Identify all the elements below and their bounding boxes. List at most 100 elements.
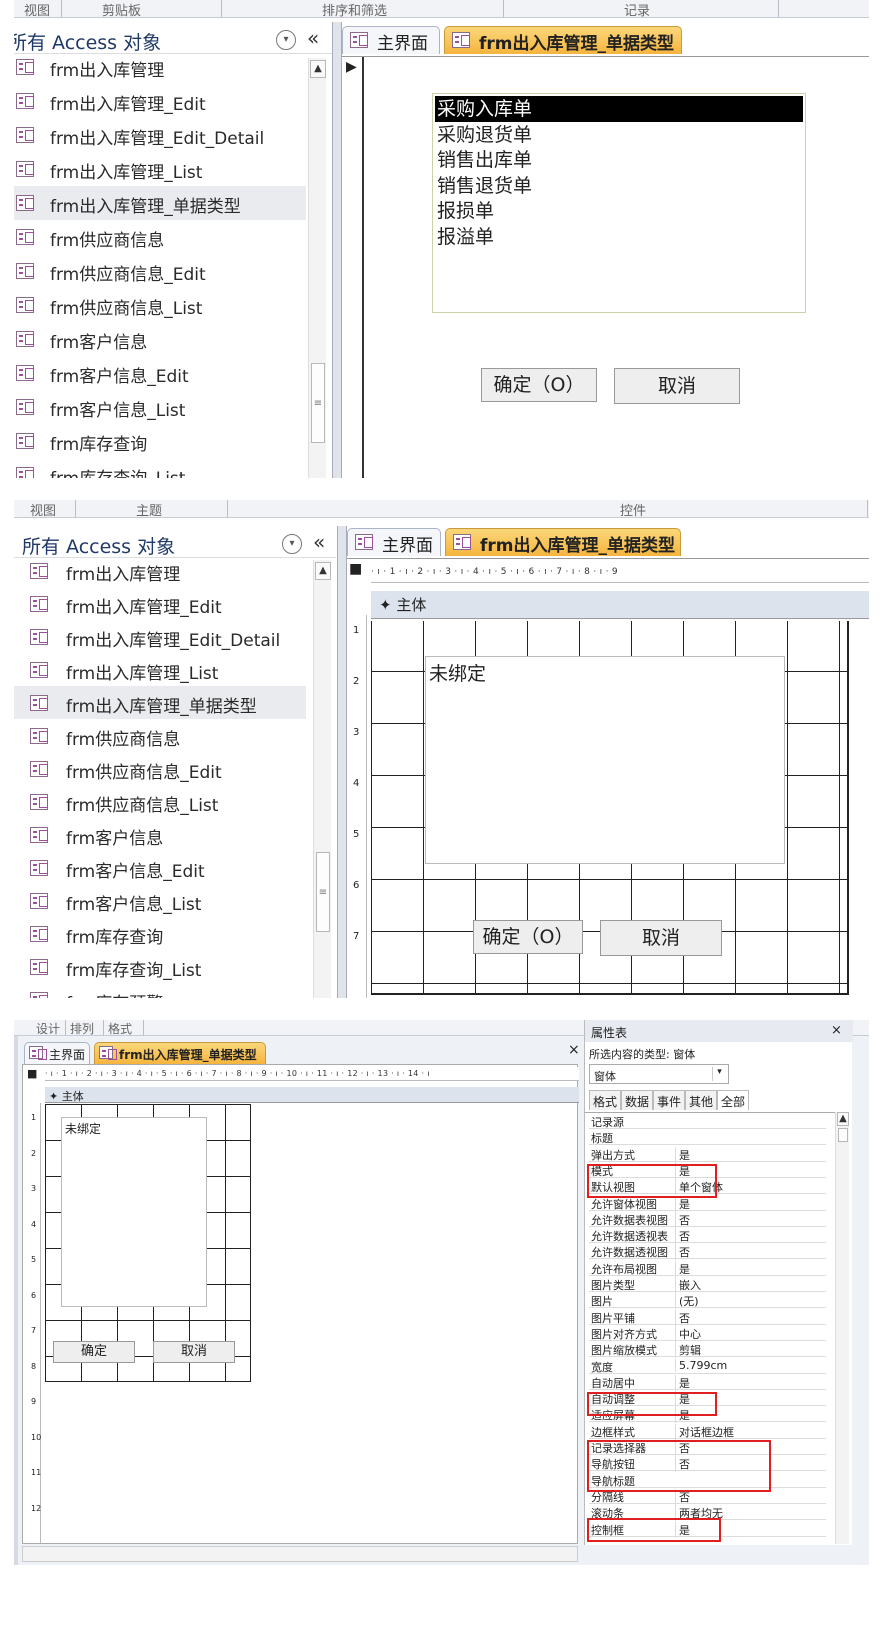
property-sheet-scrollbar[interactable]: ▲ (835, 1112, 849, 1544)
nav-item-form[interactable]: frm出入库管理_Edit (14, 587, 306, 620)
chevron-down-icon[interactable]: ▾ (276, 30, 296, 50)
listbox-option[interactable]: 采购退货单 (437, 122, 532, 148)
nav-item-form[interactable]: frm供应商信息 (14, 719, 306, 752)
property-value[interactable]: 对话框边框 (675, 1423, 825, 1440)
unbound-listbox-control[interactable]: 未绑定 (425, 656, 785, 864)
nav-item-form[interactable]: frm出入库管理_Edit_Detail (14, 118, 306, 152)
listbox-option[interactable]: 采购入库单 (435, 96, 803, 122)
property-row[interactable]: 图片类型 嵌入 (589, 1276, 826, 1293)
pane-splitter[interactable] (332, 22, 342, 478)
tab-form-doc-type[interactable]: frm出入库管理_单据类型 (94, 1042, 266, 1064)
close-document-icon[interactable]: × (568, 1042, 580, 1058)
property-value[interactable]: 是 (675, 1374, 825, 1391)
ribbon-tab-design[interactable]: 设计 (14, 1020, 66, 1035)
property-value[interactable]: 是 (675, 1260, 825, 1277)
cancel-button[interactable]: 取消 (614, 368, 740, 404)
chevron-down-icon[interactable]: ▾ (282, 534, 302, 554)
cancel-button[interactable]: 取消 (153, 1341, 235, 1363)
ribbon-tab-format[interactable]: 格式 (104, 1020, 144, 1035)
tab-form-doc-type[interactable]: frm出入库管理_单据类型 (444, 26, 682, 54)
cancel-button[interactable]: 取消 (600, 920, 722, 956)
collapse-pane-icon[interactable]: « (307, 26, 319, 50)
nav-item-form[interactable]: frm供应商信息_List (14, 288, 306, 322)
nav-item-form[interactable]: frm出入库管理 (14, 554, 306, 587)
scroll-thumb[interactable]: ≡ (311, 363, 325, 443)
tab-property-1[interactable]: 数据 (621, 1090, 653, 1110)
nav-item-form[interactable]: frm出入库管理 (14, 50, 306, 84)
ok-button[interactable]: 确定（O） (473, 920, 583, 954)
tab-property-2[interactable]: 事件 (653, 1090, 685, 1110)
property-row[interactable]: 宽度 5.799cm (589, 1358, 826, 1374)
nav-item-form[interactable]: frm库存查询 (14, 424, 306, 458)
listbox-option[interactable]: 报损单 (437, 198, 494, 224)
ruler-corner[interactable]: ■ (349, 561, 362, 577)
unbound-listbox-control[interactable]: 未绑定 (61, 1117, 207, 1307)
listbox-option[interactable]: 销售退货单 (437, 173, 532, 199)
property-row[interactable]: 允许数据透视图否 (589, 1243, 826, 1261)
property-value[interactable]: 否 (675, 1309, 825, 1326)
ok-button[interactable]: 确定（O） (481, 368, 597, 402)
vertical-ruler[interactable]: 1 2 3 4 5 6 7 (349, 615, 367, 998)
horizontal-ruler[interactable]: · ı · 1 · ı · 2 · ı · 3 · ı · 4 · ı · 5 … (45, 1067, 579, 1081)
property-value[interactable]: (无) (675, 1293, 825, 1310)
ok-button[interactable]: 确定 (53, 1341, 135, 1363)
property-row[interactable]: 图片缩放模式 剪辑 (589, 1341, 826, 1359)
horizontal-ruler[interactable]: · ı · 1 · ı · 2 · ı · 3 · ı · 4 · ı · 5 … (371, 561, 869, 583)
property-row[interactable]: 图片 (无) (589, 1292, 826, 1310)
nav-item-form[interactable]: frm出入库管理_单据类型 (14, 186, 306, 220)
tab-form-doc-type[interactable]: frm出入库管理_单据类型 (445, 528, 681, 556)
nav-item-form[interactable]: frm供应商信息_Edit (14, 254, 306, 288)
tab-home[interactable]: 主界面 (342, 26, 440, 54)
property-value[interactable]: 嵌入 (675, 1277, 825, 1293)
property-row[interactable]: 允许数据透视表否 (589, 1227, 826, 1245)
nav-item-form[interactable]: frm库存查询_List (14, 458, 306, 478)
nav-item-form[interactable]: frm客户信息_Edit (14, 356, 306, 390)
scroll-up-button[interactable]: ▲ (310, 60, 326, 78)
property-row[interactable]: 弹出方式 是 (589, 1146, 826, 1163)
scroll-thumb[interactable] (838, 1128, 848, 1142)
vertical-ruler[interactable]: 1 2 3 4 5 6 7 8 9 10 11 12 (27, 1103, 41, 1543)
nav-item-form[interactable]: frm供应商信息_List (14, 785, 306, 818)
tab-home[interactable]: 主界面 (347, 528, 441, 556)
property-row[interactable]: 图片对齐方式 中心 (589, 1325, 826, 1342)
property-row[interactable]: 记录源 (589, 1113, 826, 1129)
navigation-scrollbar[interactable]: ▲ ≡ (313, 560, 331, 998)
property-value[interactable]: 否 (675, 1211, 825, 1228)
nav-item-form[interactable]: frm出入库管理_单据类型 (14, 686, 306, 719)
close-icon[interactable]: × (831, 1023, 842, 1038)
listbox-option[interactable]: 销售出库单 (437, 147, 532, 173)
property-value[interactable]: 中心 (675, 1325, 825, 1342)
property-row[interactable]: 允许数据表视图否 (589, 1211, 826, 1228)
property-value[interactable]: 否 (675, 1228, 825, 1245)
property-row[interactable]: 图片平铺 否 (589, 1309, 826, 1326)
nav-item-form[interactable]: frm出入库管理_List (14, 152, 306, 186)
nav-item-form[interactable]: frm出入库管理_Edit_Detail (14, 620, 306, 653)
chevron-down-icon[interactable]: ▾ (712, 1067, 726, 1081)
property-value[interactable]: 是 (675, 1146, 825, 1163)
nav-item-form[interactable]: frm客户信息_List (14, 884, 306, 917)
tab-home[interactable]: 主界面 (24, 1042, 90, 1064)
pane-splitter[interactable] (337, 526, 347, 998)
nav-item-form[interactable]: frm客户信息_List (14, 390, 306, 424)
property-value[interactable]: 5.799cm (675, 1358, 825, 1372)
scroll-up-button[interactable]: ▲ (315, 562, 331, 580)
property-row[interactable]: 允许布局视图 是 (589, 1260, 826, 1277)
scroll-up-button[interactable]: ▲ (837, 1112, 849, 1126)
document-type-listbox[interactable]: 采购入库单 采购退货单 销售出库单 销售退货单 报损单 报溢单 (432, 93, 806, 313)
nav-item-form[interactable]: frm库存查询 (14, 917, 306, 950)
nav-item-form[interactable]: frm供应商信息 (14, 220, 306, 254)
tab-property-4[interactable]: 全部 (717, 1090, 749, 1110)
property-row[interactable]: 自动居中 是 (589, 1374, 826, 1391)
horizontal-scrollbar[interactable] (22, 1546, 578, 1562)
listbox-option[interactable]: 报溢单 (437, 224, 494, 250)
object-selector-combo[interactable]: 窗体 ▾ (589, 1064, 729, 1084)
nav-item-form[interactable]: frm供应商信息_Edit (14, 752, 306, 785)
section-detail-header[interactable]: ✦ 主体 (371, 591, 869, 619)
nav-item-form[interactable]: frm出入库管理_Edit (14, 84, 306, 118)
nav-item-form[interactable]: frm客户信息 (14, 322, 306, 356)
section-detail-header[interactable]: ✦ 主体 (45, 1087, 579, 1103)
property-row[interactable]: 边框样式 对话框边框 (589, 1423, 826, 1440)
nav-item-form[interactable]: frm库存查询_List (14, 950, 306, 983)
property-value[interactable]: 剪辑 (675, 1342, 825, 1359)
navigation-scrollbar[interactable]: ▲ ≡ (308, 58, 326, 478)
